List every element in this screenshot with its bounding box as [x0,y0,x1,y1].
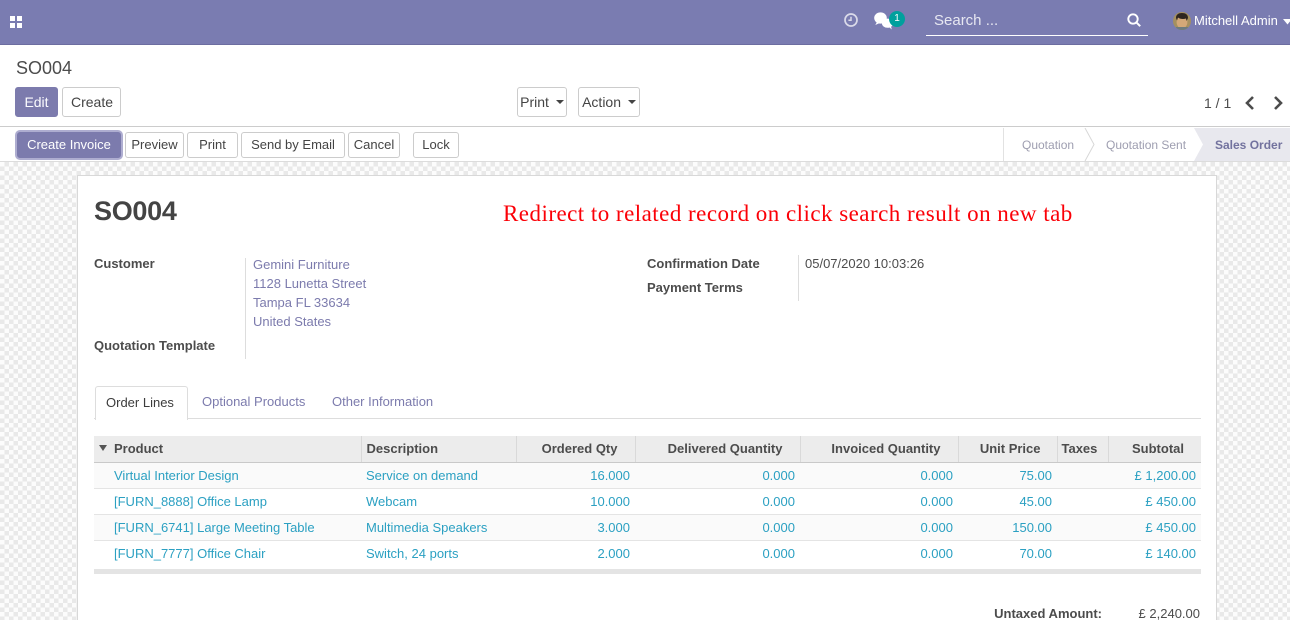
svg-text:Quotation: Quotation [1022,138,1074,152]
svg-text:Quotation Sent: Quotation Sent [1106,138,1187,152]
svg-text:Sales Order: Sales Order [1215,138,1283,152]
